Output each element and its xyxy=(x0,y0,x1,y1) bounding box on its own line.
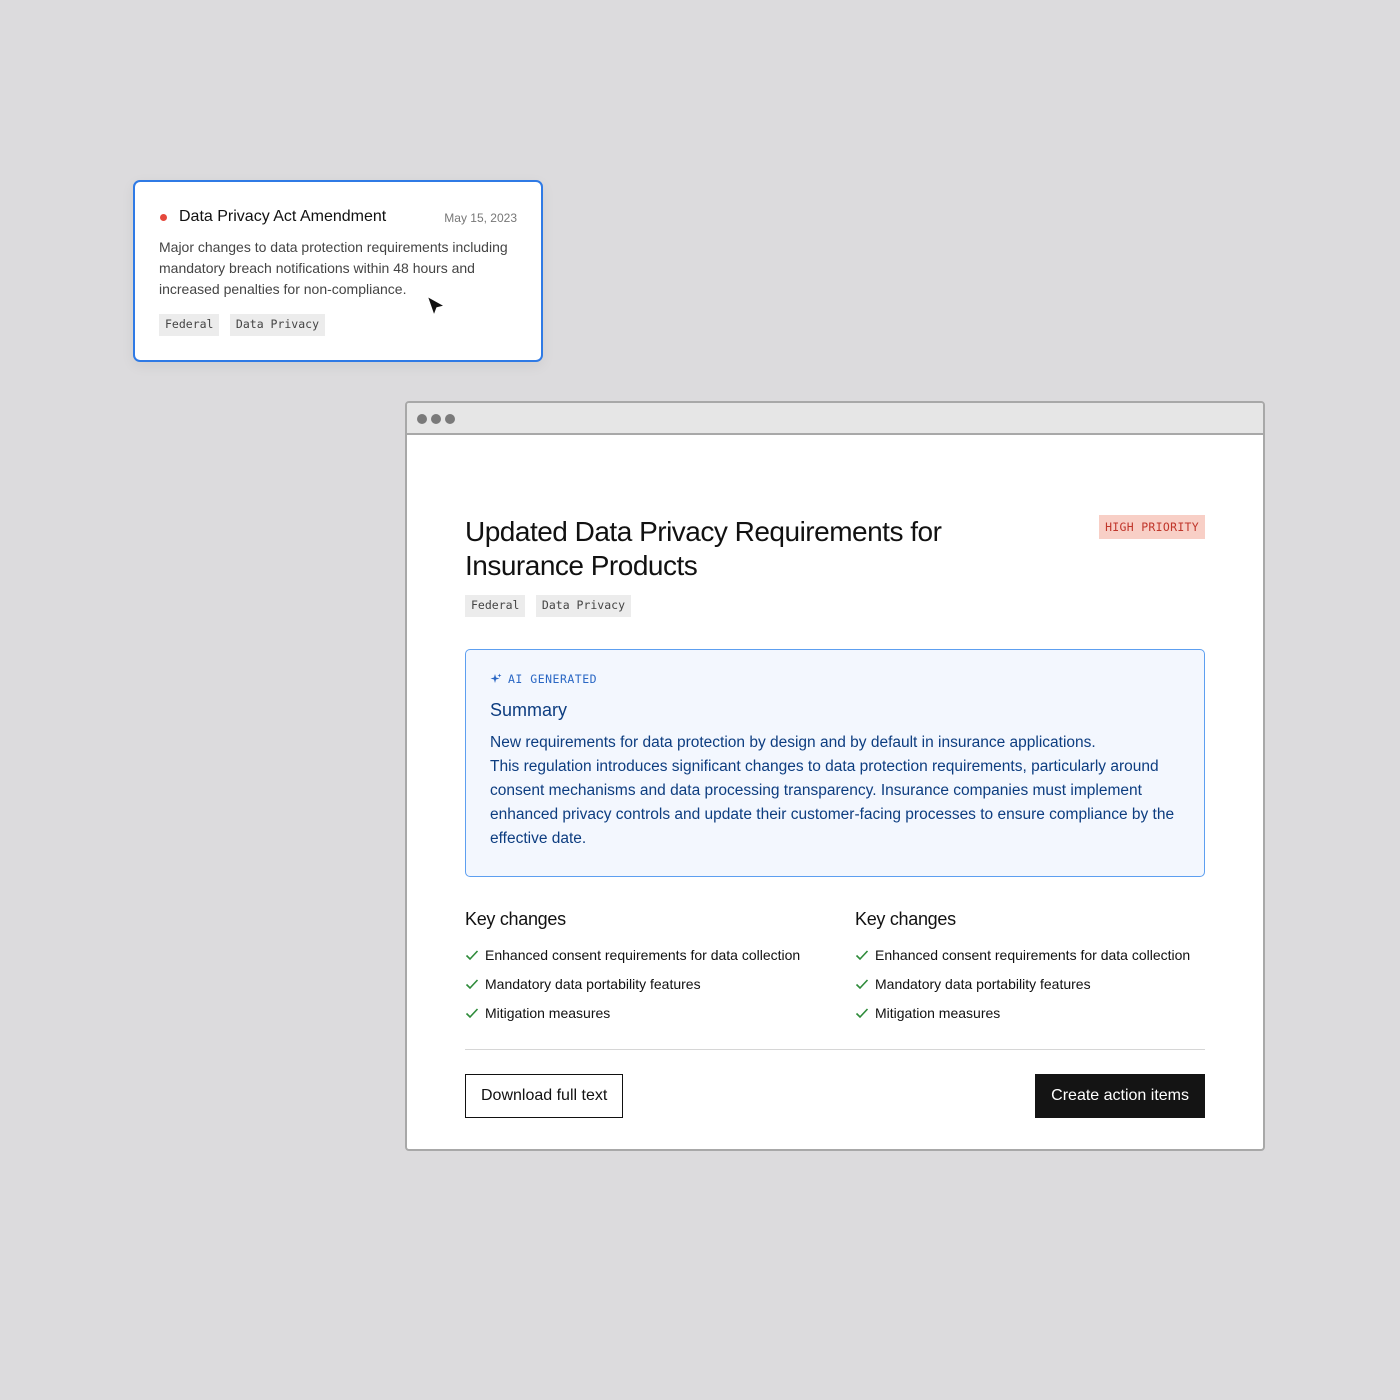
key-changes-heading: Key changes xyxy=(855,909,956,929)
tag-data-privacy: Data Privacy xyxy=(229,314,326,336)
check-icon xyxy=(855,1007,869,1018)
ai-summary-panel: AI GENERATED Summary New requirements fo… xyxy=(465,649,1205,877)
download-full-text-button[interactable]: Download full text xyxy=(465,1074,624,1118)
key-change-item: Mandatory data portability features xyxy=(855,969,1215,998)
check-icon xyxy=(855,978,869,989)
key-change-text: Enhanced consent requirements for data c… xyxy=(875,946,1191,963)
summary-heading: Summary xyxy=(490,700,568,720)
key-change-item: Enhanced consent requirements for data c… xyxy=(465,940,825,969)
key-changes-column-left: Key changes Enhanced consent requirement… xyxy=(465,909,825,1027)
check-icon xyxy=(465,978,479,989)
key-change-item: Mitigation measures xyxy=(855,998,1215,1027)
check-icon xyxy=(855,949,869,960)
check-icon xyxy=(465,1007,479,1018)
key-change-item: Enhanced consent requirements for data c… xyxy=(855,940,1215,969)
key-change-item: Mandatory data portability features xyxy=(465,969,825,998)
status-dot-icon xyxy=(160,214,167,221)
key-change-text: Enhanced consent requirements for data c… xyxy=(485,946,801,963)
window-dot-icon xyxy=(431,414,441,424)
key-change-text: Mandatory data portability features xyxy=(485,975,701,992)
key-change-text: Mitigation measures xyxy=(485,1004,611,1021)
ai-generated-text: AI GENERATED xyxy=(508,672,598,686)
tag-federal: Federal xyxy=(465,595,526,617)
divider xyxy=(465,1049,1205,1050)
summary-body: This regulation introduces significant c… xyxy=(490,758,1175,847)
window-titlebar xyxy=(407,403,1263,435)
key-changes-heading: Key changes xyxy=(465,909,566,929)
document-title: Updated Data Privacy Requirements for In… xyxy=(465,516,942,581)
key-changes-column-right: Key changes Enhanced consent requirement… xyxy=(855,909,1215,1027)
key-change-text: Mitigation measures xyxy=(875,1004,1001,1021)
card-date: May 15, 2023 xyxy=(444,211,517,225)
check-icon xyxy=(465,949,479,960)
window-dot-icon xyxy=(417,414,427,424)
ai-generated-label: AI GENERATED xyxy=(490,672,1180,686)
tag-federal: Federal xyxy=(159,314,220,336)
key-change-text: Mandatory data portability features xyxy=(875,975,1091,992)
summary-text: New requirements for data protection by … xyxy=(490,731,1180,851)
document-window: Updated Data Privacy Requirements for In… xyxy=(405,401,1265,1151)
notification-card[interactable]: Data Privacy Act Amendment May 15, 2023 … xyxy=(133,180,543,362)
document-tags: Federal Data Privacy xyxy=(465,595,637,617)
card-header: Data Privacy Act Amendment May 15, 2023 xyxy=(159,208,517,228)
mouse-cursor-icon xyxy=(426,295,446,317)
key-change-item: Mitigation measures xyxy=(465,998,825,1027)
priority-badge: HIGH PRIORITY xyxy=(1099,515,1205,539)
tag-data-privacy: Data Privacy xyxy=(535,595,632,617)
create-action-items-button[interactable]: Create action items xyxy=(1035,1074,1205,1118)
sparkle-icon xyxy=(490,673,502,683)
card-title: Data Privacy Act Amendment xyxy=(179,208,387,225)
summary-lead: New requirements for data protection by … xyxy=(490,734,1096,751)
card-description: Major changes to data protection require… xyxy=(159,239,508,297)
window-dot-icon xyxy=(445,414,455,424)
card-tags: Federal Data Privacy xyxy=(159,314,331,336)
